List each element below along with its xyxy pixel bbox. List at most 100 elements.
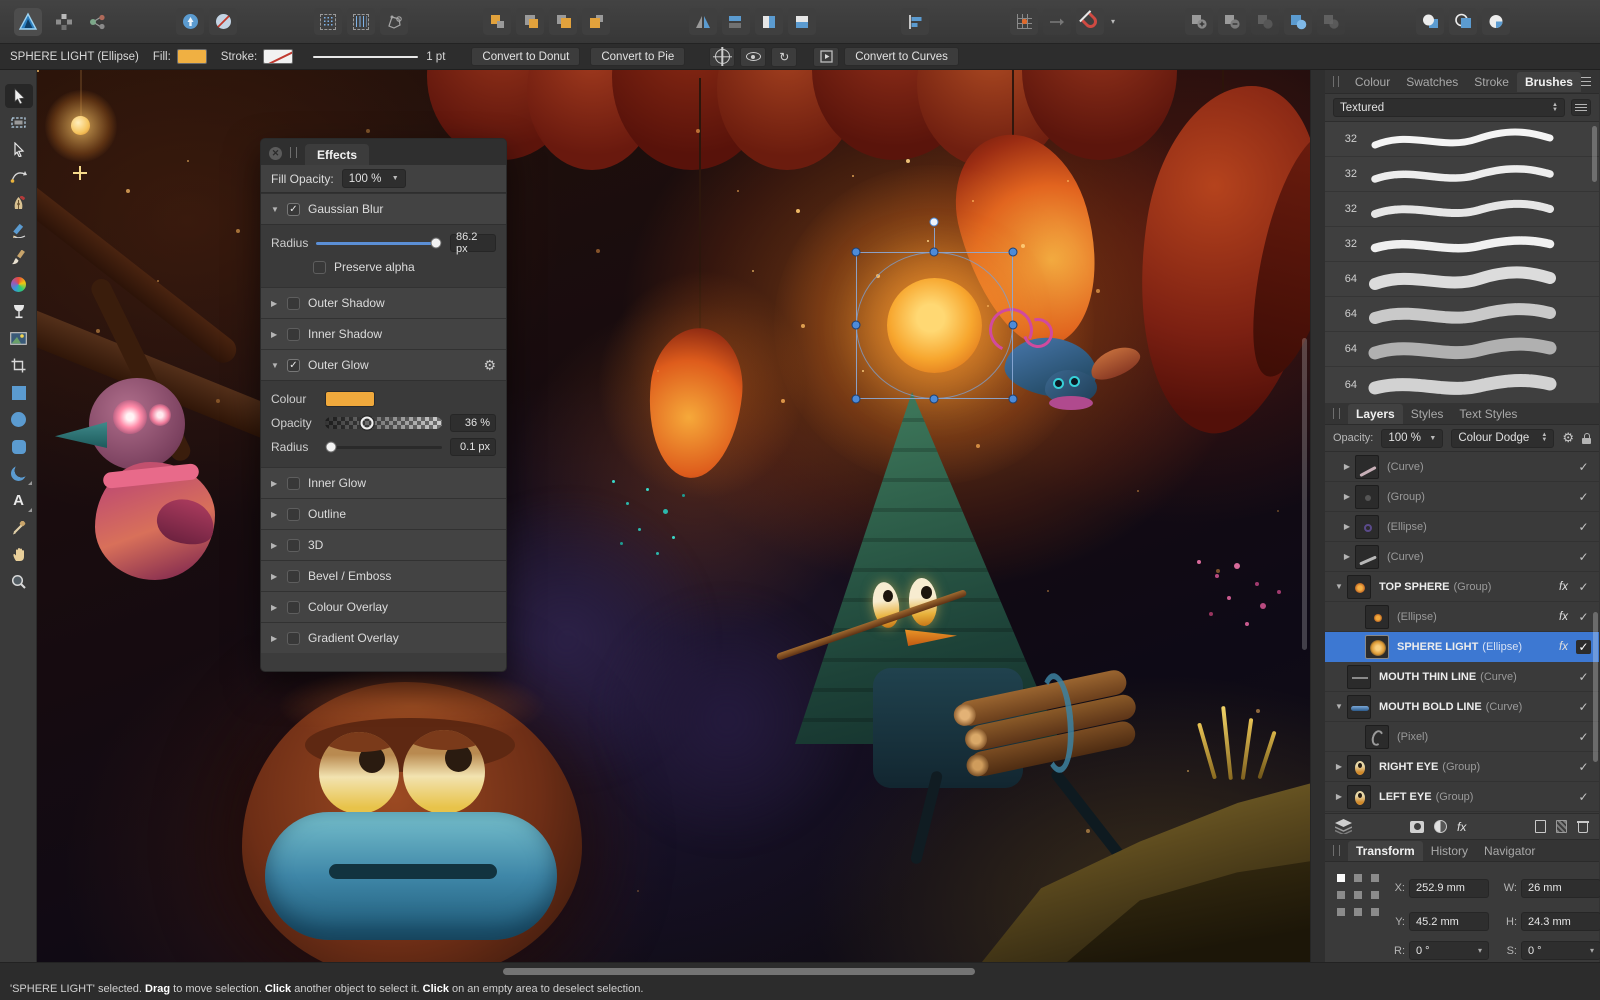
move-to-front-button[interactable] [582, 8, 610, 35]
tab-stroke[interactable]: Stroke [1466, 72, 1517, 92]
fill-tool[interactable] [0, 271, 37, 298]
tab-transform[interactable]: Transform [1348, 841, 1423, 861]
disclosure-right-icon[interactable]: ▶ [271, 603, 281, 612]
move-back-one-button[interactable] [516, 8, 544, 35]
outer-glow-row[interactable]: ▼ ✓ Outer Glow ⚙ [261, 349, 506, 380]
view-tool[interactable] [0, 541, 37, 568]
brush-item[interactable]: 32 [1325, 122, 1599, 157]
blend-mode-select[interactable]: Colour Dodge ▲▼ [1451, 429, 1554, 448]
bevel-emboss-checkbox[interactable] [287, 570, 300, 583]
outline-checkbox[interactable] [287, 508, 300, 521]
brush-item[interactable]: 64 [1325, 262, 1599, 297]
layer-row[interactable]: ▶ (Ellipse) ✓ [1325, 512, 1599, 542]
brush-item[interactable]: 32 [1325, 227, 1599, 262]
split-view-h-button[interactable] [755, 8, 783, 35]
radius-slider[interactable] [316, 242, 442, 245]
brush-list-view-icon[interactable] [1571, 99, 1591, 116]
stroke-swatch[interactable] [263, 49, 293, 64]
disclosure-right-icon[interactable]: ▶ [271, 330, 281, 339]
layer-row[interactable]: (Pixel) ✓ [1325, 722, 1599, 752]
boolean-combine-button[interactable] [1317, 8, 1345, 35]
colour-overlay-checkbox[interactable] [287, 601, 300, 614]
select-pixel-grid-button[interactable] [314, 8, 342, 35]
colour-overlay-row[interactable]: ▶ Colour Overlay [261, 591, 506, 622]
chevron-right-icon[interactable]: ▶ [1331, 762, 1347, 771]
layer-row[interactable]: ▼ TOP SPHERE (Group) fx ✓ [1325, 572, 1599, 602]
brush-item[interactable]: 32 [1325, 192, 1599, 227]
shear-field[interactable]: 0 ° [1521, 941, 1600, 960]
boolean-divide-button[interactable] [1284, 8, 1312, 35]
layer-visibility-check[interactable]: ✓ [1576, 700, 1591, 714]
insert-behind-button[interactable] [1416, 8, 1444, 35]
inner-glow-row[interactable]: ▶ Inner Glow [261, 467, 506, 498]
layer-visibility-check[interactable]: ✓ [1576, 610, 1591, 624]
selection-handle-e[interactable] [1009, 321, 1018, 330]
fill-opacity-select[interactable]: 100 % ▼ [342, 169, 406, 188]
tab-layers[interactable]: Layers [1348, 404, 1403, 424]
mesh-warp-button[interactable] [380, 8, 408, 35]
inner-glow-checkbox[interactable] [287, 477, 300, 490]
vector-brush-tool[interactable] [0, 244, 37, 271]
insert-inside-button[interactable] [1482, 8, 1510, 35]
layer-visibility-check[interactable]: ✓ [1576, 640, 1591, 654]
tab-history[interactable]: History [1423, 841, 1476, 861]
gaussian-blur-checkbox[interactable]: ✓ [287, 203, 300, 216]
move-to-back-button[interactable] [483, 8, 511, 35]
anchor-point-selector[interactable] [1337, 874, 1379, 924]
point-transform-tool[interactable] [0, 163, 37, 190]
rotation-field[interactable]: 0 ° [1409, 941, 1489, 960]
disclosure-right-icon[interactable]: ▶ [271, 510, 281, 519]
disclosure-right-icon[interactable]: ▶ [271, 479, 281, 488]
brush-item[interactable]: 64 [1325, 297, 1599, 332]
disclosure-right-icon[interactable]: ▶ [271, 299, 281, 308]
brush-item[interactable]: 32 [1325, 157, 1599, 192]
tab-navigator[interactable]: Navigator [1476, 841, 1543, 861]
adjustment-icon[interactable] [1434, 820, 1447, 833]
layer-row[interactable]: MOUTH THIN LINE (Curve) ✓ [1325, 662, 1599, 692]
layers-scrollbar[interactable] [1593, 612, 1598, 762]
brush-item[interactable]: 64 [1325, 332, 1599, 367]
layers-stack-icon[interactable] [1335, 819, 1352, 834]
convert-to-pie-button[interactable]: Convert to Pie [590, 47, 685, 66]
stroke-width-preview[interactable] [313, 56, 418, 58]
chevron-right-icon[interactable]: ▶ [1339, 492, 1355, 501]
y-field[interactable]: 45.2 mm [1409, 912, 1489, 931]
split-view-v-button[interactable] [788, 8, 816, 35]
outer-shadow-row[interactable]: ▶ Outer Shadow [261, 287, 506, 318]
disclosure-down-icon[interactable]: ▼ [271, 361, 281, 370]
snapping-move-button[interactable] [1043, 8, 1071, 35]
layer-fx-badge[interactable]: fx [1559, 641, 1576, 653]
selection-handle-s[interactable] [930, 395, 939, 404]
snapping-caret-icon[interactable]: ▾ [1111, 17, 1115, 26]
canvas[interactable] [37, 70, 1310, 962]
disclosure-right-icon[interactable]: ▶ [271, 634, 281, 643]
selection-handle-ne[interactable] [1009, 248, 1018, 257]
crescent-tool[interactable] [0, 460, 37, 487]
stabiliser-off-button[interactable] [209, 8, 237, 35]
glow-opacity-slider[interactable] [325, 417, 442, 429]
effects-tab[interactable]: Effects [305, 144, 369, 165]
move-tool[interactable] [0, 82, 37, 109]
layer-row[interactable]: ▶ RIGHT EYE (Group) ✓ [1325, 752, 1599, 782]
export-persona-button[interactable] [83, 8, 111, 35]
vector-crop-tool[interactable] [0, 352, 37, 379]
outer-glow-gear-icon[interactable]: ⚙ [483, 357, 496, 374]
chevron-right-icon[interactable]: ▶ [1339, 462, 1355, 471]
threed-row[interactable]: ▶ 3D [261, 529, 506, 560]
layer-visibility-check[interactable]: ✓ [1576, 460, 1591, 474]
boolean-intersect-button[interactable] [1251, 8, 1279, 35]
chevron-right-icon[interactable]: ▶ [1339, 522, 1355, 531]
layer-fx-badge[interactable]: fx [1559, 581, 1576, 593]
preserve-alpha-checkbox[interactable] [313, 261, 326, 274]
convert-to-curves-button[interactable]: Convert to Curves [844, 47, 959, 66]
tab-styles[interactable]: Styles [1403, 404, 1452, 424]
layer-visibility-check[interactable]: ✓ [1576, 520, 1591, 534]
cycle-selection-box-button[interactable] [740, 47, 766, 67]
layer-row[interactable]: ▶ (Group) ✓ [1325, 482, 1599, 512]
tab-swatches[interactable]: Swatches [1398, 72, 1466, 92]
insert-on-top-button[interactable] [1449, 8, 1477, 35]
panel-grip[interactable] [1333, 845, 1340, 856]
lock-icon[interactable] [1582, 433, 1591, 444]
chevron-right-icon[interactable]: ▶ [1331, 792, 1347, 801]
panel-grip[interactable] [1333, 408, 1340, 419]
